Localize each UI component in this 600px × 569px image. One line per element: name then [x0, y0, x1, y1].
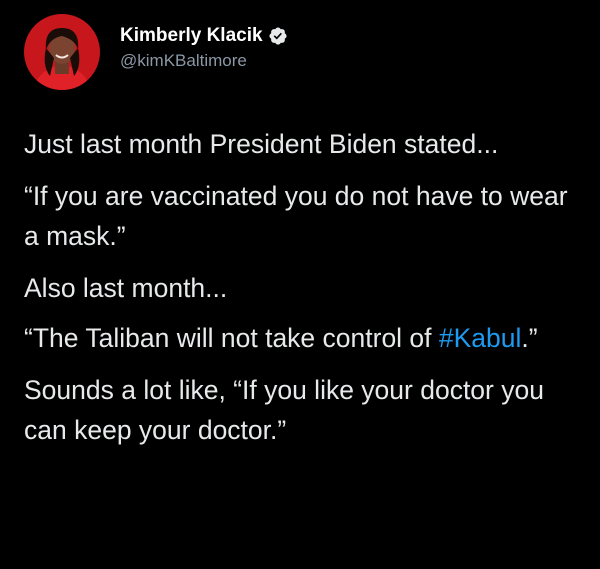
tweet-paragraph: Sounds a lot like, “If you like your doc…: [24, 375, 544, 445]
tweet-text-segment: .”: [521, 323, 538, 353]
tweet-paragraph: Just last month President Biden stated..…: [24, 129, 499, 159]
tweet-paragraph: Also last month...: [24, 273, 228, 303]
author-handle[interactable]: @kimKBaltimore: [120, 50, 288, 72]
author-info: Kimberly Klacik @kimKBaltimore: [120, 24, 288, 72]
author-name-row: Kimberly Klacik: [120, 24, 288, 48]
tweet-header: Kimberly Klacik @kimKBaltimore: [24, 14, 288, 90]
tweet-paragraph: “If you are vaccinated you do not have t…: [24, 181, 568, 251]
author-name[interactable]: Kimberly Klacik: [120, 24, 263, 48]
tweet-card: Kimberly Klacik @kimKBaltimore Just last…: [0, 0, 600, 569]
tweet-text: Just last month President Biden stated..…: [24, 124, 584, 462]
tweet-text-segment: “The Taliban will not take control of: [24, 323, 439, 353]
verified-badge-icon: [268, 26, 288, 46]
avatar[interactable]: [24, 14, 100, 90]
hashtag-link[interactable]: #Kabul: [439, 323, 522, 353]
tweet-paragraph: “The Taliban will not take control of #K…: [24, 318, 584, 358]
